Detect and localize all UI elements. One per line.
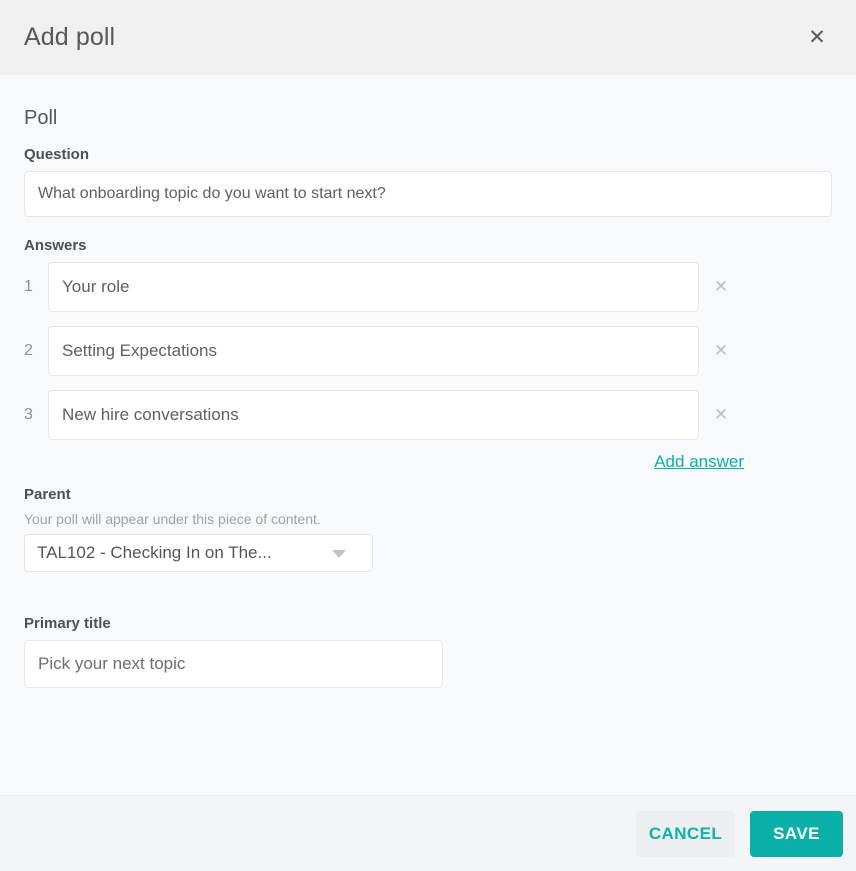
- parent-select[interactable]: TAL102 - Checking In on The...: [24, 534, 373, 572]
- answer-input-2[interactable]: [48, 326, 699, 376]
- add-answer-link[interactable]: Add answer: [654, 452, 744, 472]
- primary-title-label: Primary title: [24, 615, 111, 632]
- answer-index: 3: [24, 406, 33, 423]
- parent-select-wrapper: TAL102 - Checking In on The...: [24, 534, 373, 572]
- answer-index: 1: [24, 278, 33, 295]
- modal-header: Add poll ✕: [0, 0, 856, 75]
- answer-row: 1 ✕: [24, 262, 832, 312]
- remove-answer-icon[interactable]: ✕: [704, 398, 738, 432]
- modal-footer: CANCEL SAVE: [0, 795, 856, 871]
- parent-label: Parent: [24, 486, 71, 503]
- answer-index: 2: [24, 342, 33, 359]
- remove-answer-icon[interactable]: ✕: [704, 270, 738, 304]
- question-input[interactable]: [24, 171, 832, 217]
- primary-title-input[interactable]: [24, 640, 443, 688]
- add-answer-container: Add answer: [24, 452, 744, 472]
- answer-row: 3 ✕: [24, 390, 832, 440]
- close-icon[interactable]: ✕: [802, 23, 832, 53]
- primary-title-block: Primary title: [24, 615, 832, 688]
- add-poll-modal: Add poll ✕ Poll Question Answers 1 ✕ 2 ✕…: [0, 0, 856, 871]
- question-label: Question: [24, 146, 90, 163]
- answer-row: 2 ✕: [24, 326, 832, 376]
- cancel-button[interactable]: CANCEL: [636, 810, 735, 857]
- answers-label: Answers: [24, 237, 87, 254]
- modal-body: Poll Question Answers 1 ✕ 2 ✕ 3 ✕ Add an…: [0, 75, 856, 795]
- section-title-poll: Poll: [24, 107, 58, 129]
- page-title: Add poll: [24, 23, 116, 51]
- answer-input-1[interactable]: [48, 262, 699, 312]
- remove-answer-icon[interactable]: ✕: [704, 334, 738, 368]
- save-button[interactable]: SAVE: [750, 810, 843, 857]
- parent-help-text: Your poll will appear under this piece o…: [24, 511, 321, 527]
- answer-input-3[interactable]: [48, 390, 699, 440]
